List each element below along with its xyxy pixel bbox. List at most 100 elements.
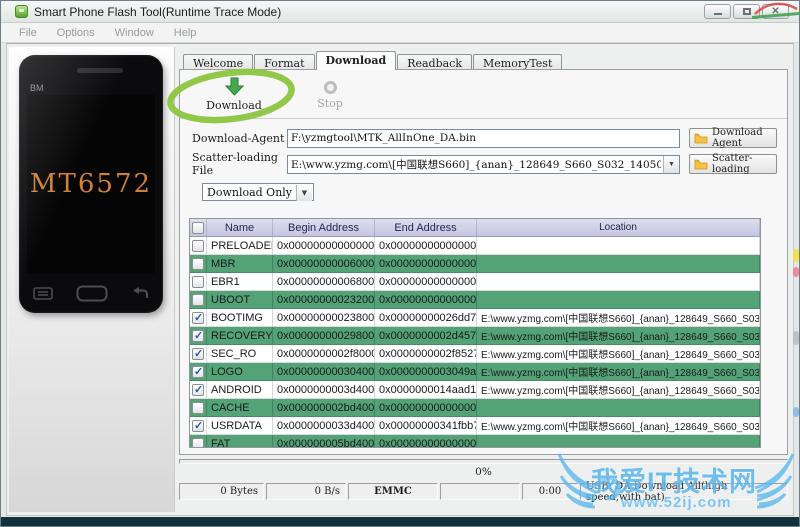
- close-icon: ✕: [771, 6, 780, 17]
- menu-options[interactable]: Options: [47, 25, 105, 41]
- row-checkbox[interactable]: [192, 419, 204, 432]
- partition-table: Name Begin Address End Address Location …: [189, 218, 761, 448]
- phone-screen: MT6572: [27, 95, 155, 273]
- maximize-icon: [742, 8, 751, 15]
- row-checkbox[interactable]: [192, 329, 204, 342]
- cell-location: E:\www.yzmg.com\[中国联想S660]_{anan}_128649…: [477, 363, 760, 380]
- table-row[interactable]: ANDROID 0x0000000003d40000 0x0000000014a…: [190, 381, 760, 399]
- cell-begin-address: 0x0000000003d40000: [273, 381, 375, 398]
- download-button[interactable]: Download: [202, 77, 266, 112]
- row-checkbox-cell: [190, 237, 207, 254]
- edge-mark-pink: [793, 267, 799, 277]
- close-button[interactable]: ✕: [762, 4, 789, 19]
- table-row[interactable]: FAT 0x000000005bd40000 0x000000000000000…: [190, 435, 760, 447]
- row-checkbox[interactable]: [192, 365, 204, 378]
- minimize-icon: [713, 13, 722, 15]
- table-row[interactable]: LOGO 0x0000000003040000 0x0000000003049a…: [190, 363, 760, 381]
- cell-end-address: 0x00000000026dd7ff: [375, 309, 477, 326]
- select-all-checkbox[interactable]: [192, 221, 204, 234]
- row-checkbox-cell: [190, 381, 207, 398]
- cell-location: [477, 291, 760, 308]
- bottom-band: [1, 517, 799, 526]
- cell-end-address: 0x0000000003049adb: [375, 363, 477, 380]
- row-checkbox-cell: [190, 327, 207, 344]
- tab-readback[interactable]: Readback: [397, 54, 473, 70]
- table-row[interactable]: USRDATA 0x0000000033d40000 0x00000000341…: [190, 417, 760, 435]
- tab-memorytest[interactable]: MemoryTest: [473, 54, 563, 70]
- row-checkbox[interactable]: [192, 437, 204, 447]
- status-speed: 0 B/s: [266, 483, 346, 500]
- menu-window[interactable]: Window: [105, 25, 164, 41]
- table-row[interactable]: PRELOADER 0x0000000000000000 0x000000000…: [190, 237, 760, 255]
- scatter-dropdown-button[interactable]: ▼: [663, 155, 679, 173]
- table-row[interactable]: BOOTIMG 0x0000000002380000 0x00000000026…: [190, 309, 760, 327]
- client-area: BM MT6572 Welcome Format Download Readba…: [6, 43, 794, 516]
- tab-strip: Welcome Format Download Readback MemoryT…: [183, 51, 563, 70]
- download-mode-select[interactable]: Download Only ▼: [202, 183, 314, 201]
- row-checkbox[interactable]: [192, 311, 204, 324]
- row-checkbox[interactable]: [192, 401, 204, 414]
- header-end-address: End Address: [375, 219, 477, 236]
- row-checkbox[interactable]: [192, 275, 204, 288]
- header-location: Location: [477, 219, 760, 236]
- row-checkbox[interactable]: [192, 347, 204, 360]
- cell-end-address: 0x0000000002f8527f: [375, 345, 477, 362]
- cell-location: [477, 435, 760, 447]
- table-row[interactable]: EBR1 0x0000000000680000 0x00000000000000…: [190, 273, 760, 291]
- cell-name: UBOOT: [207, 291, 273, 308]
- table-row[interactable]: UBOOT 0x0000000002320000 0x0000000000000…: [190, 291, 760, 309]
- download-agent-row: Download-Agent Download Agent: [192, 127, 781, 149]
- cell-end-address: 0x0000000002d457ff: [375, 327, 477, 344]
- table-row[interactable]: SEC_RO 0x0000000002f80000 0x0000000002f8…: [190, 345, 760, 363]
- cell-name: FAT: [207, 435, 273, 447]
- table-row[interactable]: MBR 0x0000000000600000 0x000000000000000…: [190, 255, 760, 273]
- status-usb-mode: USB: DA Download All(high speed,with bat…: [580, 481, 788, 503]
- cell-end-address: 0x0000000000000000: [375, 255, 477, 272]
- scatter-file-input[interactable]: [287, 154, 680, 174]
- cell-end-address: 0x0000000000000000: [375, 399, 477, 416]
- menu-file[interactable]: File: [9, 25, 47, 41]
- folder-icon: [694, 159, 708, 169]
- row-checkbox[interactable]: [192, 239, 204, 252]
- row-checkbox-cell: [190, 417, 207, 434]
- row-checkbox[interactable]: [192, 293, 204, 306]
- home-key-icon: [76, 285, 108, 301]
- download-agent-input[interactable]: [287, 128, 680, 148]
- cell-name: SEC_RO: [207, 345, 273, 362]
- cell-begin-address: 0x0000000002f80000: [273, 345, 375, 362]
- row-checkbox[interactable]: [192, 383, 204, 396]
- cell-location: E:\www.yzmg.com\[中国联想S660]_{anan}_128649…: [477, 381, 760, 398]
- chevron-down-icon: ▼: [296, 185, 312, 201]
- row-checkbox[interactable]: [192, 257, 204, 270]
- cell-begin-address: 0x000000005bd40000: [273, 435, 375, 447]
- cell-begin-address: 0x0000000033d40000: [273, 417, 375, 434]
- tab-format[interactable]: Format: [254, 54, 315, 70]
- tab-download[interactable]: Download: [315, 51, 397, 70]
- table-row[interactable]: CACHE 0x000000002bd40000 0x0000000000000…: [190, 399, 760, 417]
- stop-button-label: Stop: [317, 96, 343, 110]
- tab-welcome[interactable]: Welcome: [183, 54, 254, 70]
- minimize-button[interactable]: [704, 4, 731, 19]
- cell-end-address: 0x00000000341fbb7f: [375, 417, 477, 434]
- cell-begin-address: 0x0000000000600000: [273, 255, 375, 272]
- row-checkbox-cell: [190, 309, 207, 326]
- stop-button[interactable]: Stop: [298, 79, 362, 110]
- scatter-browse-button[interactable]: Scatter-loading: [689, 153, 777, 175]
- phone-nav-buttons: [33, 283, 149, 303]
- cell-end-address: 0x0000000000000000: [375, 291, 477, 308]
- cell-begin-address: 0x0000000000680000: [273, 273, 375, 290]
- phone-image: BM MT6572: [19, 55, 163, 313]
- status-empty-cell: [440, 483, 520, 500]
- menu-help[interactable]: Help: [164, 25, 207, 41]
- table-header-row: Name Begin Address End Address Location: [190, 219, 760, 237]
- maximize-button[interactable]: [733, 4, 760, 19]
- edge-mark-yellow: [793, 249, 799, 262]
- cell-end-address: 0x0000000000000000: [375, 435, 477, 447]
- titlebar: Smart Phone Flash Tool(Runtime Trace Mod…: [1, 1, 799, 23]
- cell-location: E:\www.yzmg.com\[中国联想S660]_{anan}_128649…: [477, 417, 760, 434]
- download-agent-browse-button[interactable]: Download Agent: [689, 127, 777, 149]
- back-key-icon: [133, 286, 149, 298]
- download-arrow-icon: [224, 77, 244, 96]
- app-window: Smart Phone Flash Tool(Runtime Trace Mod…: [0, 0, 800, 527]
- table-row[interactable]: RECOVERY 0x0000000002980000 0x0000000002…: [190, 327, 760, 345]
